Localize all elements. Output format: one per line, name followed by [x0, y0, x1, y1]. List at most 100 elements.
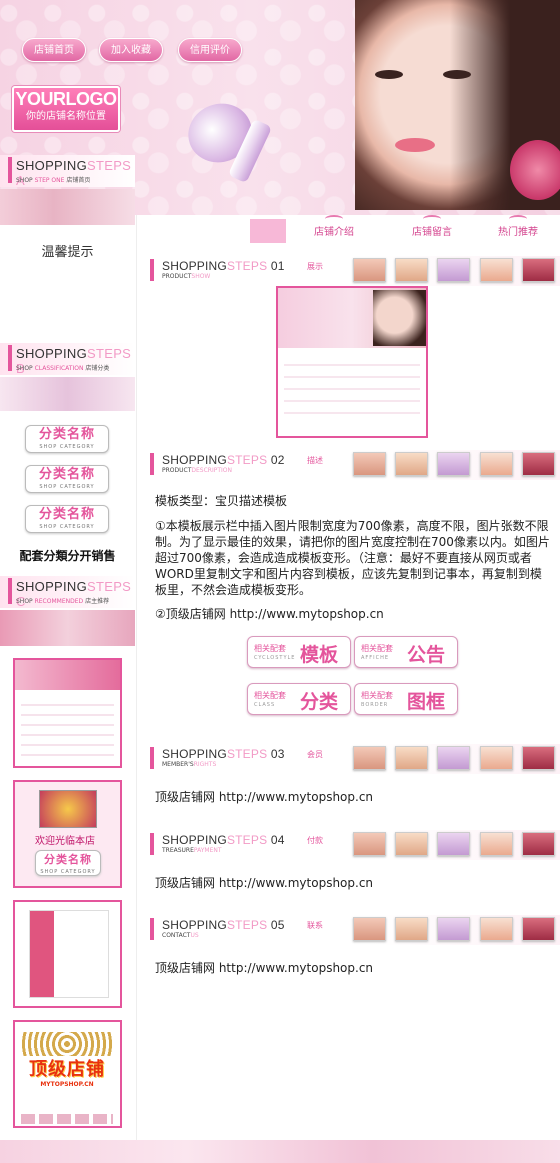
step-subtitle: CONTACTUS: [162, 932, 199, 939]
step-thumb[interactable]: [395, 832, 428, 856]
related-label: 相关配套: [361, 644, 393, 653]
step-title: SHOPPINGSTEPS 04: [162, 833, 285, 847]
template-thumbnail-3[interactable]: [13, 900, 122, 1008]
nav-favorite-button[interactable]: 加入收藏: [99, 38, 163, 62]
tab-hot-recommend[interactable]: 热门推荐: [483, 215, 553, 245]
step-subtitle: PRODUCTSHOW: [162, 273, 211, 280]
shop-logo[interactable]: YOURLOGO 你的店铺名称位置: [12, 86, 120, 132]
related-label: 相关配套: [254, 691, 286, 700]
category-sub: SHOP CATEGORY: [39, 484, 95, 490]
related-label: 相关配套: [254, 644, 286, 653]
related-big: 分类: [300, 691, 339, 713]
step-thumb[interactable]: [353, 258, 386, 282]
category-button-1[interactable]: 分类名称 SHOP CATEGORY: [25, 425, 109, 453]
step-thumb[interactable]: [522, 832, 555, 856]
step-thumb[interactable]: [353, 917, 386, 941]
section-subtitle: SHOP CLASSIFICATION 店铺分类: [16, 365, 110, 372]
step-tag: 展示: [307, 262, 323, 271]
website-line: ②顶级店铺网 http://www.mytopshop.cn: [155, 607, 384, 621]
step-thumb[interactable]: [480, 258, 513, 282]
footer-banner: [0, 1140, 560, 1163]
related-frame-button[interactable]: 相关配套 BORDER 图框: [354, 683, 458, 715]
step-thumb[interactable]: [353, 832, 386, 856]
tab-shop-intro[interactable]: 店铺介绍: [299, 215, 369, 245]
step-thumb[interactable]: [353, 746, 386, 770]
related-sub: CLASS: [254, 702, 276, 708]
step-tag: 联系: [307, 921, 323, 930]
step-thumb[interactable]: [395, 258, 428, 282]
category-name: 分类名称: [44, 853, 92, 866]
step-05-text: 顶级店铺网 http://www.mytopshop.cn: [155, 961, 374, 975]
step-tag: 会员: [307, 750, 323, 759]
nav-rating-button[interactable]: 信用评价: [178, 38, 242, 62]
related-category-button[interactable]: 相关配套 CLASS 分类: [247, 683, 351, 715]
step-thumb[interactable]: [437, 746, 470, 770]
step-thumb[interactable]: [480, 917, 513, 941]
thumb-category-button[interactable]: 分类名称 SHOP CATEGORY: [35, 850, 101, 876]
category-button-3[interactable]: 分类名称 SHOP CATEGORY: [25, 505, 109, 533]
flower-photo: [0, 610, 135, 646]
step-thumb[interactable]: [522, 746, 555, 770]
tab-active-marker: [250, 219, 286, 243]
tab-label: 店铺介绍: [314, 227, 354, 238]
sale-heading: 配套分類分开销售: [19, 549, 116, 563]
related-sub: BORDER: [361, 702, 389, 708]
pink-flower-image: [510, 140, 560, 200]
step-04-text: 顶级店铺网 http://www.mytopshop.cn: [155, 876, 374, 890]
tab-label: 店铺留言: [412, 227, 452, 238]
template-thumbnail-1[interactable]: [13, 658, 122, 768]
column-divider: [136, 215, 137, 1140]
step-thumb[interactable]: [437, 452, 470, 476]
logo-text: YOURLOGO: [15, 89, 117, 109]
related-big: 模板: [300, 644, 339, 666]
category-name: 分类名称: [38, 427, 95, 442]
related-sub: AFFICHE: [361, 655, 390, 661]
section-subtitle: SHOP RECOMMENDED 店主推荐: [16, 598, 110, 605]
tab-shop-messages[interactable]: 店铺留言: [397, 215, 467, 245]
related-sub: CYCLOSTYLE: [254, 655, 296, 661]
step-thumb[interactable]: [437, 258, 470, 282]
step-thumb[interactable]: [395, 746, 428, 770]
step-thumb[interactable]: [395, 917, 428, 941]
step-title: SHOPPINGSTEPS 05: [162, 918, 285, 932]
step-thumb[interactable]: [395, 452, 428, 476]
category-name: 分类名称: [38, 507, 95, 522]
step-thumb[interactable]: [437, 832, 470, 856]
step-title: SHOPPINGSTEPS 01: [162, 259, 285, 273]
left-sidebar: SHOPPINGSTEPS A SHOP STEP ONE 店铺首页 温馨提示 …: [0, 155, 135, 1140]
step-thumb[interactable]: [437, 917, 470, 941]
step-header-04: SHOPPINGSTEPS 04 TREASUREPAYMENT 付款: [145, 830, 560, 860]
step-subtitle: TREASUREPAYMENT: [162, 847, 222, 854]
category-name: 分类名称: [38, 467, 95, 482]
topshop-logo: 顶级店铺 MYTOPSHOP.CN: [17, 1055, 117, 1095]
step-subtitle: MEMBER'SRIGHTS: [162, 761, 217, 768]
step-title: SHOPPINGSTEPS 02: [162, 453, 285, 467]
nav-home-button[interactable]: 店铺首页: [22, 38, 86, 62]
category-sub: SHOP CATEGORY: [40, 869, 96, 875]
step-title: SHOPPINGSTEPS 03: [162, 747, 285, 761]
notice-title: 温馨提示: [41, 245, 94, 260]
step-thumb[interactable]: [522, 917, 555, 941]
step-thumb[interactable]: [480, 452, 513, 476]
related-template-button[interactable]: 相关配套 CYCLOSTYLE 模板: [247, 636, 351, 668]
step-thumb[interactable]: [522, 452, 555, 476]
lips-photo: [0, 189, 135, 225]
related-big: 图框: [407, 691, 446, 713]
step-thumb[interactable]: [480, 832, 513, 856]
step-header-01: SHOPPINGSTEPS 01 PRODUCTSHOW 展示: [145, 256, 560, 286]
template-thumbnail-2[interactable]: 欢迎光临本店 分类名称 SHOP CATEGORY: [13, 780, 122, 888]
category-sub: SHOP CATEGORY: [39, 524, 95, 530]
step-header-05: SHOPPINGSTEPS 05 CONTACTUS 联系: [145, 915, 560, 945]
related-notice-button[interactable]: 相关配套 AFFICHE 公告: [354, 636, 458, 668]
topshop-logo-url: MYTOPSHOP.CN: [40, 1081, 94, 1088]
step-subtitle: PRODUCTDESCRIPTION: [162, 467, 233, 474]
step-thumb[interactable]: [522, 258, 555, 282]
logo-subtitle: 你的店铺名称位置: [26, 111, 106, 122]
step-thumb[interactable]: [353, 452, 386, 476]
tab-bar: 店铺介绍 店铺留言 热门推荐: [245, 215, 560, 245]
category-button-2[interactable]: 分类名称 SHOP CATEGORY: [25, 465, 109, 493]
related-label: 相关配套: [361, 691, 393, 700]
step-thumb[interactable]: [480, 746, 513, 770]
product-preview-image: [276, 286, 428, 438]
step-header-02: SHOPPINGSTEPS 02 PRODUCTDESCRIPTION 描述: [145, 450, 560, 480]
